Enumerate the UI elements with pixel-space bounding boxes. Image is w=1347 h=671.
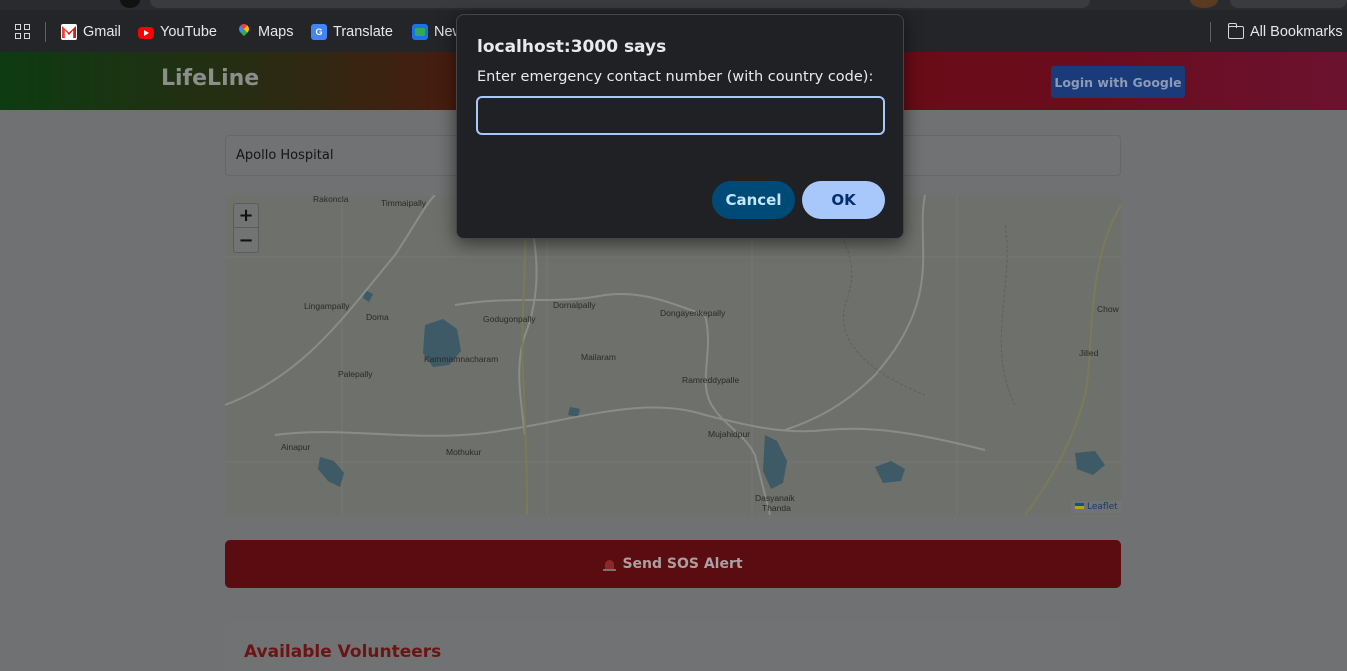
map-place-label: Kammamnacharam xyxy=(424,354,499,364)
map-place-label: Doma xyxy=(366,312,389,322)
translate-icon: G xyxy=(311,24,327,40)
all-bookmarks-label: All Bookmarks xyxy=(1250,24,1343,40)
browser-menu-area[interactable] xyxy=(1230,0,1347,8)
bookmark-gmail[interactable]: Gmail xyxy=(61,21,121,43)
volunteers-card: Available Volunteers xyxy=(225,620,1121,671)
ukraine-flag-icon xyxy=(1075,503,1084,509)
map-place-label: Dasyanaik xyxy=(755,493,795,503)
emergency-contact-input[interactable] xyxy=(476,96,885,135)
browser-tab-strip xyxy=(0,0,1347,10)
map-place-label: Jilled xyxy=(1079,348,1099,358)
news-icon xyxy=(412,24,428,40)
youtube-icon xyxy=(138,27,154,39)
map-place-label: Chow xyxy=(1097,304,1119,314)
tab-icon[interactable] xyxy=(120,0,140,8)
sos-label: Send SOS Alert xyxy=(622,556,743,572)
folder-icon xyxy=(1227,22,1244,39)
brand-logo[interactable]: LifeLine xyxy=(161,66,259,91)
profile-avatar-icon[interactable] xyxy=(1190,0,1218,8)
map-place-label: Thanda xyxy=(762,503,791,513)
all-bookmarks-button[interactable]: All Bookmarks xyxy=(1227,21,1343,43)
map-place-label: Timmaipally xyxy=(381,198,427,208)
bookmark-label: Gmail xyxy=(83,24,121,40)
map-place-label: Mujahidpur xyxy=(708,429,751,439)
cancel-button[interactable]: Cancel xyxy=(712,181,795,219)
map-place-label: Dornalpally xyxy=(553,300,596,310)
prompt-dialog: localhost:3000 says Enter emergency cont… xyxy=(456,14,904,239)
bookmark-youtube[interactable]: YouTube xyxy=(138,21,217,43)
map-place-label: Dongayenkepally xyxy=(660,308,726,318)
zoom-in-button[interactable]: + xyxy=(234,204,258,228)
send-sos-alert-button[interactable]: Send SOS Alert xyxy=(225,540,1121,588)
map-place-label: Palepally xyxy=(338,369,373,379)
map-place-label: Mailaram xyxy=(581,352,616,362)
map-place-label: Ramreddypalle xyxy=(682,375,740,385)
map-zoom-control: + − xyxy=(233,203,259,253)
bookmark-label: Maps xyxy=(258,24,294,40)
bookmarks-divider xyxy=(45,22,46,42)
gmail-icon xyxy=(61,24,77,40)
map-place-label: Ainapur xyxy=(281,442,311,452)
bookmark-label: Translate xyxy=(333,24,393,40)
attribution-link[interactable]: Leaflet xyxy=(1087,502,1118,512)
map-place-label: Mothukur xyxy=(446,447,482,457)
apps-grid-icon[interactable] xyxy=(15,24,31,40)
dialog-message: Enter emergency contact number (with cou… xyxy=(477,69,874,85)
bookmark-label: YouTube xyxy=(160,24,217,40)
siren-icon xyxy=(603,558,617,571)
bookmark-maps[interactable]: Maps xyxy=(236,21,293,43)
map-place-label: Rakoncla xyxy=(313,194,349,204)
bookmarks-divider-right xyxy=(1210,22,1211,42)
map-view[interactable] xyxy=(225,195,1121,515)
map-place-label: Lingampally xyxy=(304,301,350,311)
map-attribution[interactable]: Leaflet xyxy=(1071,501,1122,513)
zoom-out-button[interactable]: − xyxy=(234,228,258,252)
ok-button[interactable]: OK xyxy=(802,181,885,219)
bookmark-translate[interactable]: G Translate xyxy=(311,21,393,43)
login-with-google-button[interactable]: Login with Google xyxy=(1051,66,1185,98)
map-place-label: Godugonpally xyxy=(483,314,536,324)
map-tiles xyxy=(225,195,1121,515)
dialog-title: localhost:3000 says xyxy=(477,37,667,57)
maps-icon xyxy=(236,24,252,40)
address-bar[interactable] xyxy=(150,0,1090,8)
volunteers-heading: Available Volunteers xyxy=(244,642,442,662)
